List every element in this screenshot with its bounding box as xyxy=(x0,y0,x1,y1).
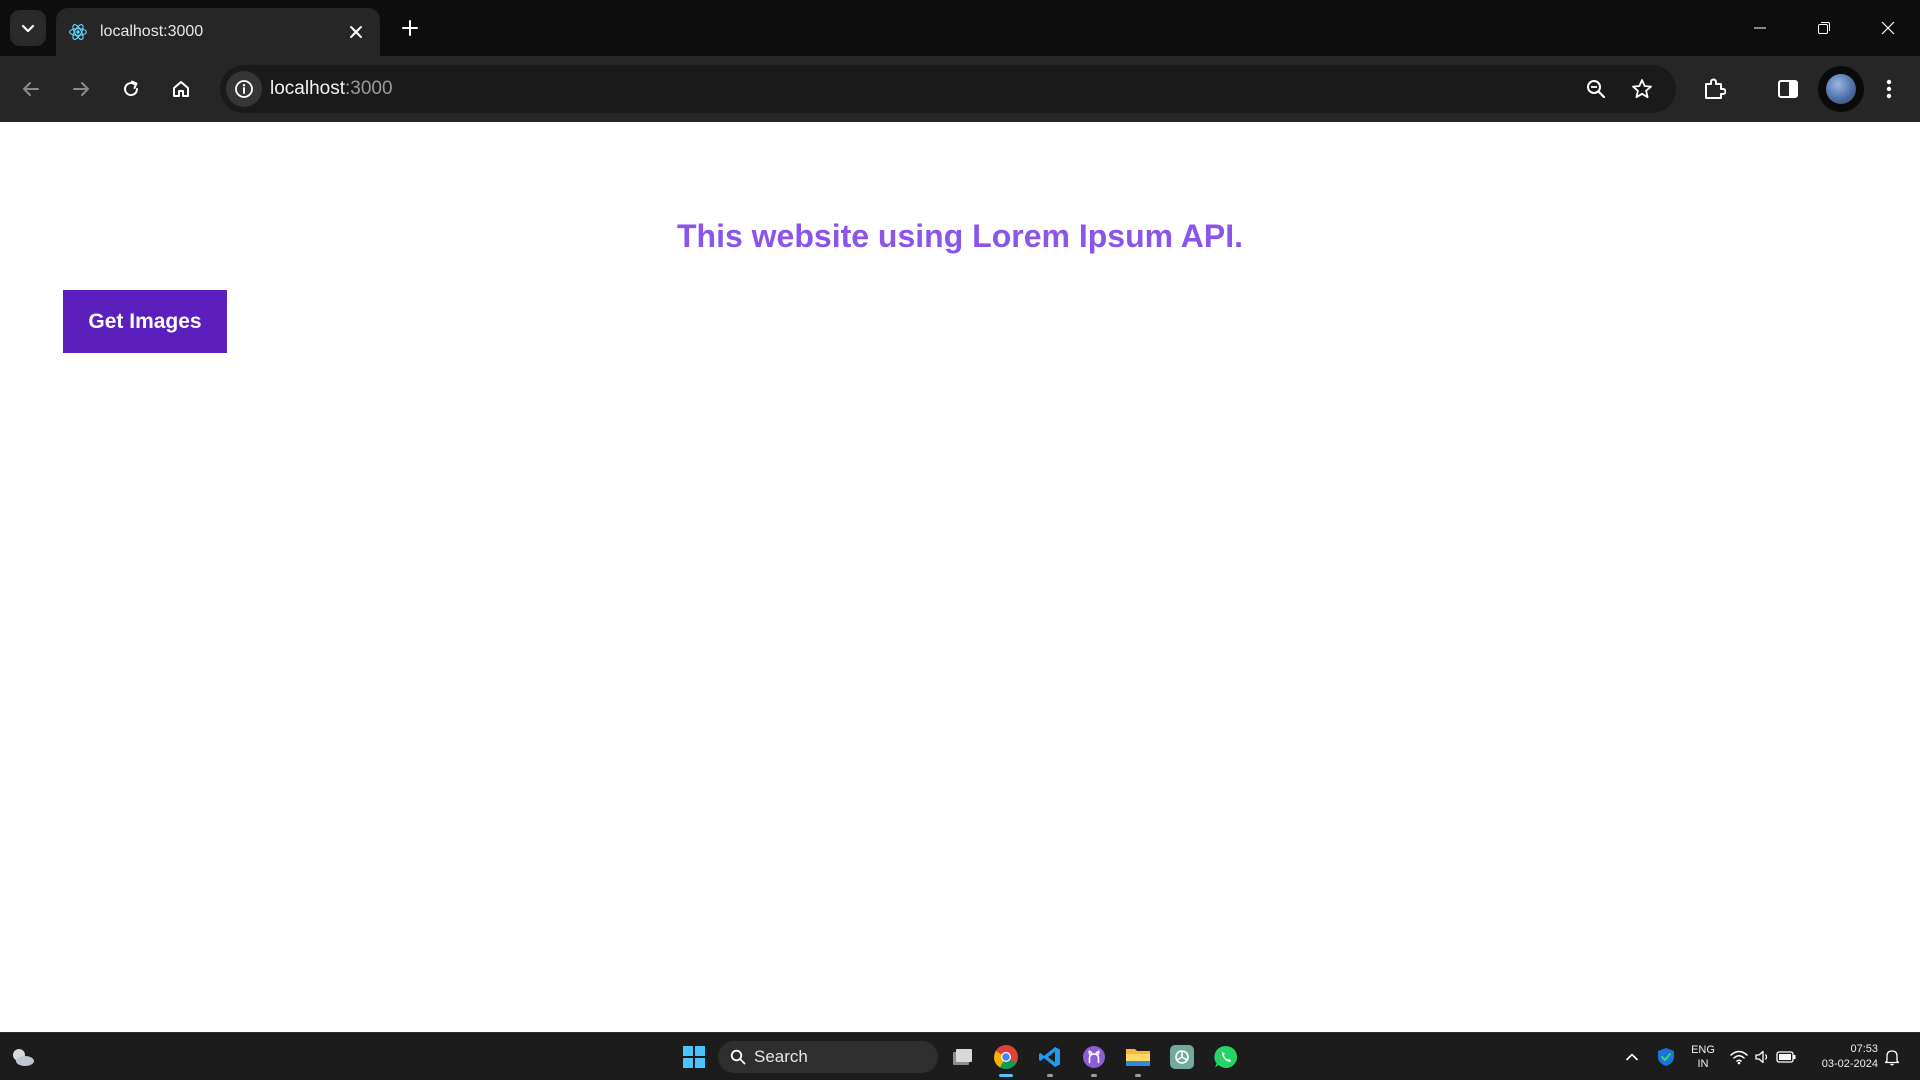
restore-button[interactable] xyxy=(1792,0,1856,56)
site-info-button[interactable] xyxy=(226,71,262,107)
reload-button[interactable] xyxy=(113,71,149,107)
vscode-icon xyxy=(1039,1047,1060,1067)
home-icon xyxy=(173,81,189,97)
arrow-right-icon xyxy=(73,82,89,96)
chevron-down-icon xyxy=(21,24,35,33)
language-indicator[interactable]: ENG IN xyxy=(1688,1043,1718,1071)
task-view-button[interactable] xyxy=(946,1041,978,1073)
taskbar-search[interactable]: Search xyxy=(718,1041,938,1073)
home-button[interactable] xyxy=(163,71,199,107)
language-code: ENG xyxy=(1691,1044,1715,1056)
taskbar-github-desktop[interactable] xyxy=(1078,1041,1110,1077)
active-indicator xyxy=(999,1074,1013,1077)
chrome-icon xyxy=(994,1045,1018,1070)
taskbar-chatgpt[interactable] xyxy=(1166,1041,1198,1073)
page-heading: This website using Lorem Ipsum API. xyxy=(676,218,1243,254)
battery-icon xyxy=(1776,1051,1796,1063)
wifi-icon xyxy=(1730,1050,1748,1065)
github-desktop-icon xyxy=(1083,1046,1105,1068)
window-close-button[interactable] xyxy=(1856,0,1920,56)
running-indicator xyxy=(1091,1074,1097,1077)
tab-title: localhost:3000 xyxy=(100,23,204,40)
bookmark-button[interactable] xyxy=(1626,73,1658,105)
plus-icon xyxy=(402,20,418,36)
get-images-button[interactable]: Get Images xyxy=(63,290,227,353)
side-panel-icon xyxy=(1778,80,1798,98)
start-button[interactable] xyxy=(678,1041,710,1073)
close-icon xyxy=(350,26,362,38)
restore-icon xyxy=(1818,22,1830,34)
forward-button[interactable] xyxy=(63,71,99,107)
close-icon xyxy=(1881,21,1895,35)
profile-button[interactable] xyxy=(1818,66,1864,112)
close-tab-button[interactable] xyxy=(344,20,368,44)
puzzle-icon xyxy=(1705,78,1726,99)
search-label: Search xyxy=(754,1047,808,1066)
extensions-button[interactable] xyxy=(1696,71,1732,107)
task-view-icon xyxy=(953,1049,972,1065)
taskbar-whatsapp[interactable] xyxy=(1210,1041,1242,1073)
kebab-menu-icon xyxy=(1886,79,1892,99)
whatsapp-icon xyxy=(1214,1045,1238,1068)
zoom-button[interactable] xyxy=(1580,73,1612,105)
zoom-out-icon xyxy=(1587,80,1606,99)
browser-tab-strip: localhost:3000 xyxy=(0,0,1920,56)
browser-menu-button[interactable] xyxy=(1871,71,1907,107)
windows-taskbar: Search ENG IN 07:53 03-02-2024 xyxy=(0,1032,1920,1080)
info-icon xyxy=(235,80,253,98)
chevron-up-icon xyxy=(1626,1053,1638,1061)
minimize-button[interactable] xyxy=(1728,0,1792,56)
chatgpt-icon xyxy=(1170,1045,1194,1069)
taskbar-chrome[interactable] xyxy=(990,1041,1022,1077)
tab-search-button[interactable] xyxy=(10,10,46,46)
react-icon xyxy=(68,22,88,42)
new-tab-button[interactable] xyxy=(394,12,426,44)
running-indicator xyxy=(1135,1074,1141,1077)
search-icon xyxy=(730,1049,746,1065)
minimize-icon xyxy=(1754,27,1766,29)
volume-icon xyxy=(1755,1050,1768,1064)
running-indicator xyxy=(1047,1074,1053,1077)
weather-widget[interactable] xyxy=(10,1045,36,1069)
web-page: This website using Lorem Ipsum API. Get … xyxy=(0,122,1920,1032)
notifications-button[interactable] xyxy=(1882,1047,1902,1067)
url-text[interactable]: localhost:3000 xyxy=(270,78,393,100)
url-port: :3000 xyxy=(345,78,393,99)
windows-start-icon xyxy=(683,1046,705,1068)
star-icon xyxy=(1632,79,1652,99)
browser-tab-active[interactable]: localhost:3000 xyxy=(56,8,380,56)
show-hidden-icons-button[interactable] xyxy=(1622,1047,1642,1067)
arrow-left-icon xyxy=(23,82,39,96)
language-region: IN xyxy=(1697,1058,1709,1070)
browser-toolbar: localhost:3000 xyxy=(0,56,1920,122)
taskbar-clock[interactable]: 07:53 03-02-2024 xyxy=(1808,1042,1878,1072)
side-panel-button[interactable] xyxy=(1770,71,1806,107)
clock-time: 07:53 xyxy=(1850,1043,1878,1055)
address-bar[interactable]: localhost:3000 xyxy=(220,65,1676,113)
system-tray[interactable] xyxy=(1730,1047,1796,1067)
bell-icon xyxy=(1884,1050,1900,1066)
file-explorer-icon xyxy=(1126,1049,1150,1066)
url-host: localhost xyxy=(270,78,345,99)
weather-icon xyxy=(13,1049,34,1066)
taskbar-file-explorer[interactable] xyxy=(1122,1041,1154,1077)
security-tray-button[interactable] xyxy=(1656,1046,1676,1068)
reload-icon xyxy=(124,80,139,97)
shield-icon xyxy=(1658,1048,1674,1066)
back-button[interactable] xyxy=(13,71,49,107)
taskbar-vscode[interactable] xyxy=(1034,1041,1066,1077)
avatar xyxy=(1826,74,1856,104)
clock-date: 03-02-2024 xyxy=(1821,1058,1878,1070)
